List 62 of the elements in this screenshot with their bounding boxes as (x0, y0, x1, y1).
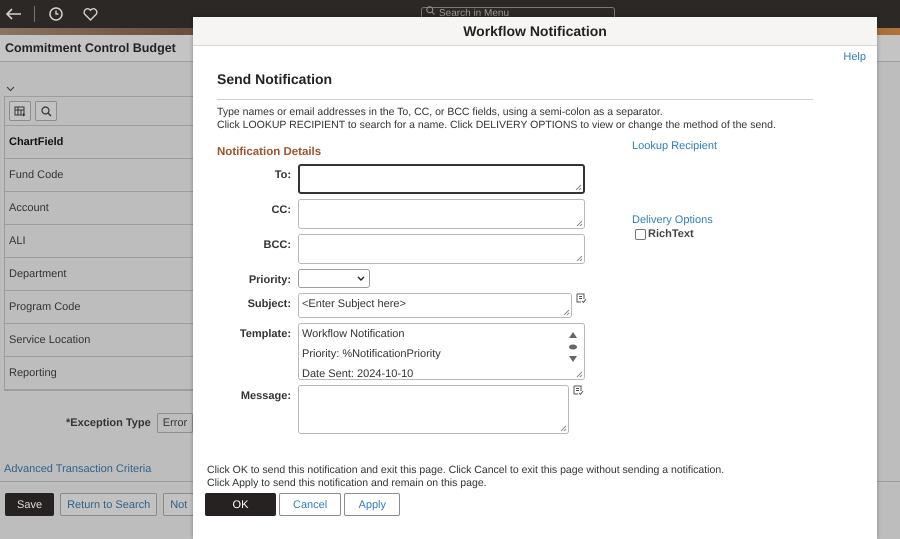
field-label: Subject: (246, 297, 291, 310)
instruction-text: Click LOOKUP RECIPIENT to search for a name. Click DELIVERY OPTIONS to view or change the method of the send. (217, 119, 776, 132)
template-line: Priority: %NotificationPriority (302, 348, 442, 360)
page-button[interactable]: Save (5, 493, 54, 516)
footer-text: Click Apply to send this notification and remain on this page. (207, 477, 488, 490)
dialog-heading: Send Notification (217, 71, 334, 87)
exception-type-dropdown[interactable]: Error (156, 413, 193, 433)
section-heading: Notification Details (217, 146, 322, 158)
resize-grip-icon[interactable] (575, 184, 582, 191)
resize-grip-icon[interactable] (576, 220, 583, 227)
notepad-icon[interactable] (573, 385, 584, 396)
dialog-title: Workflow Notification (463, 23, 607, 39)
search-icon (40, 106, 52, 116)
advanced-criteria-link[interactable]: Advanced Transaction Criteria (4, 463, 193, 475)
back-arrow-icon[interactable] (5, 8, 22, 20)
search-icon (426, 6, 435, 15)
table-cell: Reporting (9, 367, 57, 379)
field-label: *Exception Type (66, 417, 151, 429)
table-cell: Program Code (9, 301, 81, 313)
field-label: BCC: (262, 238, 291, 251)
instruction-text: Type names or email addresses in the To, CC, or BCC fields, using a semi-colon as a separator. (217, 106, 664, 119)
table-cell: Service Location (9, 334, 90, 346)
table-cell: Account (9, 202, 49, 214)
field-label: To: (274, 168, 291, 181)
table-cell: Department (9, 268, 66, 280)
template-text-area[interactable]: Workflow Notification Priority: %NotificationPriority Date Sent: 2024-10-10 (298, 323, 585, 380)
rich-text-checkbox[interactable] (635, 228, 646, 240)
text-area[interactable]: <Enter Subject here> (298, 293, 572, 318)
footer-text: Click OK to send this notification and exit this page. Click Cancel to exit this page without sending a notification. (207, 464, 726, 477)
table-cell: Fund Code (9, 169, 64, 181)
column-header: ChartField (9, 136, 64, 148)
dialog-button[interactable]: OK (205, 493, 276, 516)
field-label: CC: (270, 203, 291, 216)
page-button[interactable]: Not (163, 493, 194, 516)
template-line: Date Sent: 2024-10-10 (302, 368, 414, 380)
help-link[interactable]: Help (843, 51, 866, 63)
table-icon (14, 106, 26, 116)
text-area[interactable] (298, 164, 585, 194)
checkbox-label: RichText (648, 228, 694, 240)
chevron-down-icon[interactable] (6, 86, 15, 92)
template-line: Workflow Notification (302, 328, 406, 340)
priority-dropdown[interactable] (298, 269, 370, 288)
page-button[interactable]: Return to Search (60, 493, 158, 516)
delivery-options-link[interactable]: Delivery Options (632, 214, 718, 226)
field-label: Priority: (248, 273, 291, 286)
notepad-icon[interactable] (576, 293, 587, 304)
resize-grip-icon[interactable] (576, 255, 583, 262)
clock-icon[interactable] (49, 7, 63, 21)
heart-icon[interactable] (83, 8, 98, 20)
resize-grip-icon[interactable] (576, 371, 583, 378)
field-label: Message: (240, 389, 291, 402)
page-title: Commitment Control Budget (5, 41, 176, 55)
field-label: Template: (238, 327, 291, 340)
grid-settings-button[interactable] (9, 101, 31, 121)
dialog-button[interactable]: Apply (344, 493, 400, 516)
resize-grip-icon[interactable] (560, 425, 567, 432)
lookup-recipient-link[interactable]: Lookup Recipient (632, 140, 718, 152)
dialog-button[interactable]: Cancel (279, 493, 342, 516)
table-cell: ALI (9, 235, 26, 247)
chevron-down-icon (357, 276, 365, 281)
search-button[interactable] (35, 101, 57, 121)
resize-grip-icon[interactable] (563, 309, 570, 316)
